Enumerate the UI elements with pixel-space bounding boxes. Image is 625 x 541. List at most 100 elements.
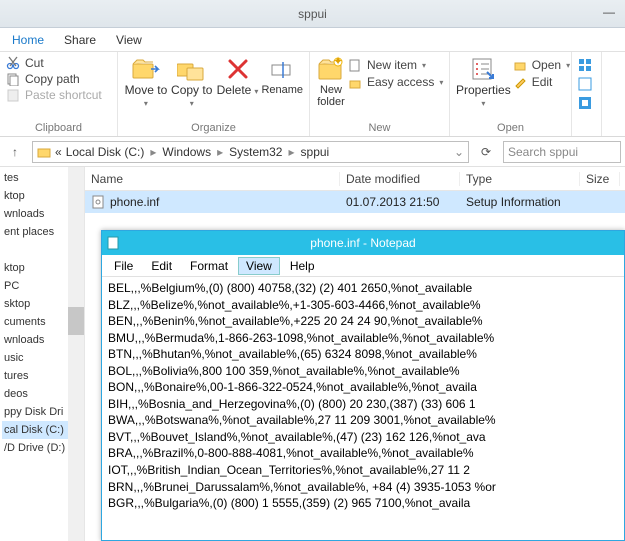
new-item-button[interactable]: New item ▾ — [348, 58, 443, 72]
cut-label: Cut — [25, 56, 44, 70]
chevron-right-icon: ▸ — [286, 145, 296, 159]
copy-path-label: Copy path — [25, 72, 80, 86]
move-label: Move to — [125, 83, 168, 97]
text-line: BRA,,,%Brazil%,0-800-888-4081,%not_avail… — [108, 445, 618, 462]
edit-label: Edit — [532, 75, 553, 89]
refresh-button[interactable]: ⟳ — [475, 141, 497, 163]
text-line: BWA,,,%Botswana%,%not_available%,27 11 2… — [108, 412, 618, 429]
col-type[interactable]: Type — [460, 172, 580, 186]
edit-button[interactable]: Edit — [513, 75, 570, 89]
open-group-label: Open — [456, 122, 565, 134]
chevron-down-icon: ▾ — [566, 61, 570, 70]
search-placeholder: Search sppui — [508, 145, 578, 159]
np-menu-view[interactable]: View — [238, 257, 280, 275]
col-name[interactable]: Name — [85, 172, 340, 186]
easy-access-label: Easy access — [367, 75, 434, 89]
open-label: Open — [532, 58, 561, 72]
bc-item[interactable]: Local Disk (C:) — [66, 145, 145, 159]
notepad-menu: File Edit Format View Help — [102, 255, 624, 277]
notepad-titlebar[interactable]: phone.inf - Notepad — [102, 231, 624, 255]
paste-shortcut-icon — [6, 88, 20, 102]
text-line: IOT,,,%British_Indian_Ocean_Territories%… — [108, 462, 618, 479]
copy-path-icon — [6, 72, 20, 86]
chevron-down-icon: ▾ — [144, 99, 148, 108]
address-bar: ↑ « Local Disk (C:)▸ Windows▸ System32▸ … — [0, 137, 625, 167]
delete-label: Delete — [217, 83, 252, 97]
chevron-down-icon: ▾ — [422, 61, 426, 70]
bc-item[interactable]: System32 — [229, 145, 282, 159]
col-size[interactable]: Size — [580, 172, 620, 186]
cut-button[interactable]: Cut — [6, 56, 111, 70]
properties-button[interactable]: Properties ▾ — [456, 56, 511, 109]
new-folder-label: New folder — [317, 84, 345, 108]
chevron-down-icon: ▾ — [254, 87, 258, 96]
text-line: BEN,,,%Benin%,%not_available%,+225 20 24… — [108, 313, 618, 330]
chevron-down-icon: ▾ — [481, 99, 485, 108]
tab-view[interactable]: View — [106, 29, 152, 51]
notepad-window: phone.inf - Notepad File Edit Format Vie… — [101, 230, 625, 541]
delete-button[interactable]: Delete ▾ — [216, 56, 260, 109]
window-titlebar: sppui — — [0, 0, 625, 28]
np-menu-format[interactable]: Format — [182, 257, 236, 275]
rename-label: Rename — [261, 84, 303, 96]
ribbon: Cut Copy path Paste shortcut Clipboard M… — [0, 52, 625, 137]
properties-label: Properties — [456, 83, 511, 97]
open-button[interactable]: Open ▾ — [513, 58, 570, 72]
copy-label: Copy to — [171, 83, 212, 97]
text-line: BIH,,,%Bosnia_and_Herzegovina%,(0) (800)… — [108, 396, 618, 413]
paste-shortcut-label: Paste shortcut — [25, 88, 102, 102]
notepad-icon — [106, 236, 120, 250]
invert-selection-icon[interactable] — [578, 96, 594, 110]
file-name: phone.inf — [110, 195, 159, 209]
scrollbar[interactable] — [68, 167, 84, 541]
paste-shortcut-button[interactable]: Paste shortcut — [6, 88, 111, 102]
bc-item[interactable]: Windows — [162, 145, 211, 159]
organize-group-label: Organize — [124, 122, 303, 134]
file-list: Name Date modified Type Size phone.inf 0… — [85, 167, 625, 541]
move-to-button[interactable]: Move to ▾ — [124, 56, 168, 109]
ribbon-tabs: Home Share View — [0, 28, 625, 52]
new-group-label: New — [316, 122, 443, 134]
select-none-icon[interactable] — [578, 77, 594, 91]
minimize-button[interactable]: — — [595, 2, 623, 22]
select-all-icon[interactable] — [578, 58, 594, 72]
rename-button[interactable]: Rename — [261, 56, 303, 109]
col-date[interactable]: Date modified — [340, 172, 460, 186]
chevron-right-icon: ▸ — [215, 145, 225, 159]
easy-access-icon — [348, 75, 362, 89]
folder-icon — [37, 145, 51, 159]
tab-home[interactable]: Home — [2, 29, 54, 51]
properties-icon — [469, 56, 497, 82]
chevron-down-icon: ▾ — [439, 78, 443, 87]
np-menu-file[interactable]: File — [106, 257, 141, 275]
select-group-label — [578, 122, 595, 134]
edit-icon — [513, 75, 527, 89]
text-line: BOL,,,%Bolivia%,800 100 359,%not_availab… — [108, 363, 618, 380]
bc-back[interactable]: « — [55, 145, 62, 159]
breadcrumb[interactable]: « Local Disk (C:)▸ Windows▸ System32▸ sp… — [32, 141, 469, 163]
copy-path-button[interactable]: Copy path — [6, 72, 111, 86]
np-menu-edit[interactable]: Edit — [143, 257, 180, 275]
file-type: Setup Information — [460, 195, 580, 209]
chevron-down-icon[interactable]: ⌄ — [454, 145, 464, 159]
search-input[interactable]: Search sppui — [503, 141, 621, 163]
text-line: BTN,,,%Bhutan%,%not_available%,(65) 6324… — [108, 346, 618, 363]
svg-text:✦: ✦ — [333, 56, 343, 68]
text-line: BLZ,,,%Belize%,%not_available%,+1-305-60… — [108, 297, 618, 314]
new-folder-button[interactable]: ✦ New folder — [316, 56, 346, 108]
np-menu-help[interactable]: Help — [282, 257, 323, 275]
easy-access-button[interactable]: Easy access ▾ — [348, 75, 443, 89]
tab-share[interactable]: Share — [54, 29, 106, 51]
chevron-right-icon: ▸ — [148, 145, 158, 159]
text-line: BMU,,,%Bermuda%,1-866-263-1098,%not_avai… — [108, 330, 618, 347]
scrollbar-thumb[interactable] — [68, 307, 84, 335]
nav-up-button[interactable]: ↑ — [4, 141, 26, 163]
copy-to-button[interactable]: Copy to ▾ — [170, 56, 214, 109]
chevron-down-icon: ▾ — [190, 99, 194, 108]
text-line: BGR,,,%Bulgaria%,(0) (800) 1 5555,(359) … — [108, 495, 618, 512]
file-row[interactable]: phone.inf 01.07.2013 21:50 Setup Informa… — [85, 191, 625, 213]
copy-icon — [177, 56, 207, 82]
notepad-text[interactable]: BEL,,,%Belgium%,(0) (800) 40758,(32) (2)… — [102, 277, 624, 540]
bc-item[interactable]: sppui — [301, 145, 330, 159]
text-line: BON,,,%Bonaire%,00-1-866-322-0524,%not_a… — [108, 379, 618, 396]
